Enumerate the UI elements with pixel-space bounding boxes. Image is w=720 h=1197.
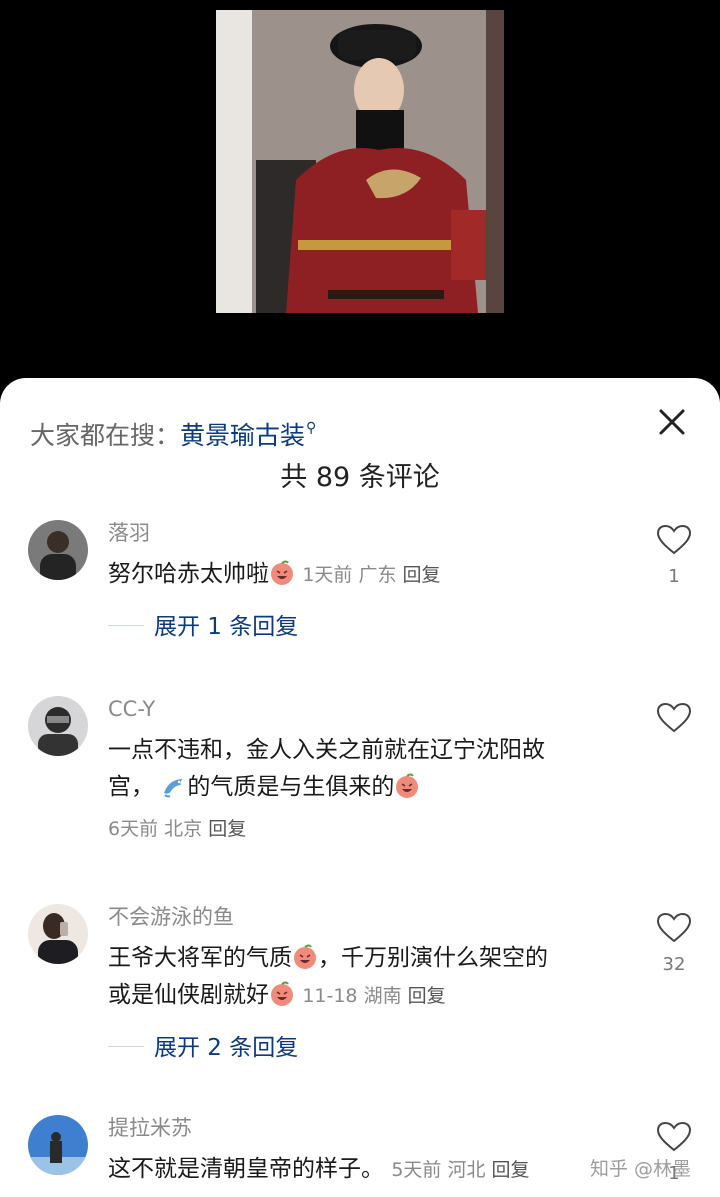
- divider: [108, 625, 144, 626]
- heart-outline-icon[interactable]: [656, 912, 692, 944]
- search-suggestion[interactable]: 大家都在搜：黄景瑜古装⚲: [30, 408, 316, 456]
- heart-outline-icon[interactable]: [656, 1121, 692, 1153]
- avatar[interactable]: [28, 904, 88, 964]
- comment-location: 河北: [447, 1159, 486, 1181]
- laughing-peach-emoji-icon: [292, 944, 318, 970]
- comment-count-title: 共 89 条评论: [280, 462, 440, 493]
- like-count: 1: [668, 566, 680, 587]
- heart-outline-icon[interactable]: [656, 702, 692, 734]
- comment-body-line2a: 宫，: [108, 774, 154, 800]
- dolphin-emoji-icon: [161, 773, 187, 799]
- comment-text: 一点不违和，金人入关之前就在辽宁沈阳故 宫， 的气质是与生俱来的: [108, 732, 628, 806]
- laughing-peach-emoji-icon: [269, 560, 295, 586]
- laughing-peach-emoji-icon: [394, 773, 420, 799]
- comment-sheet: 大家都在搜：黄景瑜古装⚲ 共 89 条评论 落羽 努尔哈赤太帅啦 1天前 广东 …: [0, 378, 720, 1197]
- avatar[interactable]: [28, 696, 88, 756]
- expand-replies-label: 展开 2 条回复: [154, 1035, 299, 1061]
- comment-body: 努尔哈赤太帅啦: [108, 561, 269, 587]
- reply-button[interactable]: 回复: [208, 818, 246, 840]
- expand-replies-button[interactable]: 展开 2 条回复: [108, 1032, 298, 1064]
- comment-time: 11-18: [302, 985, 358, 1007]
- comment-text: 努尔哈赤太帅啦 1天前 广东 回复: [108, 556, 628, 594]
- reply-button[interactable]: 回复: [403, 564, 441, 586]
- expand-replies-label: 展开 1 条回复: [154, 614, 299, 640]
- comment-text: 王爷大将军的气质 ，千万别演什么架空的 或是仙侠剧就好 11-18 湖南 回复: [108, 940, 628, 1015]
- comment-body-line1: 一点不违和，金人入关之前就在辽宁沈阳故: [108, 737, 545, 763]
- comment-username[interactable]: 不会游泳的鱼: [108, 902, 234, 932]
- comment-body-line2: 或是仙侠剧就好: [108, 982, 269, 1008]
- reply-button[interactable]: 回复: [492, 1159, 530, 1181]
- comment-meta: 6天前 北京 回复: [108, 814, 246, 844]
- comment-username[interactable]: 提拉米苏: [108, 1113, 192, 1143]
- close-icon[interactable]: [652, 402, 692, 442]
- watermark: 知乎 @林墨: [590, 1158, 692, 1180]
- comment-body-line1b: ，千万别演什么架空的: [318, 945, 548, 971]
- comment-time: 5天前: [391, 1159, 442, 1181]
- comment-body-line1a: 王爷大将军的气质: [108, 945, 292, 971]
- comment-time: 1天前: [302, 564, 353, 586]
- comment-body-line2b: 的气质是与生俱来的: [187, 774, 395, 800]
- avatar[interactable]: [28, 1115, 88, 1175]
- search-prefix: 大家都在搜：: [30, 421, 181, 450]
- like-count: 32: [662, 954, 686, 975]
- laughing-peach-emoji-icon: [269, 981, 295, 1007]
- comment-username[interactable]: CC-Y: [108, 694, 155, 724]
- expand-replies-button[interactable]: 展开 1 条回复: [108, 611, 298, 643]
- comment-time: 6天前: [108, 818, 159, 840]
- post-photo[interactable]: [216, 10, 504, 313]
- search-keyword-link[interactable]: 黄景瑜古装: [180, 421, 305, 450]
- search-suggest-icon: ⚲: [306, 420, 317, 436]
- reply-button[interactable]: 回复: [408, 985, 446, 1007]
- comment-username[interactable]: 落羽: [108, 518, 150, 548]
- comment-text: 这不就是清朝皇帝的样子。 5天前 河北 回复: [108, 1151, 668, 1189]
- avatar[interactable]: [28, 520, 88, 580]
- comment-location: 北京: [164, 818, 203, 840]
- divider: [108, 1046, 144, 1047]
- comment-location: 广东: [358, 564, 397, 586]
- comment-location: 湖南: [363, 985, 402, 1007]
- comment-body: 这不就是清朝皇帝的样子。: [108, 1156, 384, 1182]
- heart-outline-icon[interactable]: [656, 524, 692, 556]
